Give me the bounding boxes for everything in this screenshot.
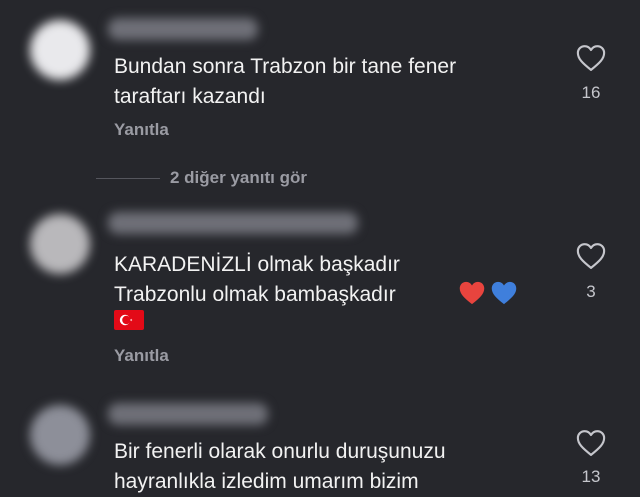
comment-item: Bir fenerli olarak onurlu duruşunuzu hay…	[0, 395, 640, 497]
flag-row	[114, 310, 144, 336]
view-more-replies-label: 2 diğer yanıtı gör	[170, 168, 307, 187]
avatar[interactable]	[30, 214, 90, 274]
like-count: 3	[586, 282, 596, 301]
heart-icon[interactable]	[576, 242, 606, 270]
heart-icon[interactable]	[576, 44, 606, 72]
turkey-flag-icon	[114, 310, 144, 330]
emoji-group	[458, 280, 518, 306]
red-heart-icon	[459, 281, 485, 305]
reply-button[interactable]: Yanıtla	[114, 346, 169, 366]
comment-item: Bundan sonra Trabzon bir tane fener tara…	[0, 0, 640, 160]
username-blurred[interactable]	[108, 403, 268, 425]
like-count: 13	[581, 467, 601, 486]
comment-text: Bir fenerli olarak onurlu duruşunuzu hay…	[114, 440, 446, 493]
divider-line	[96, 177, 160, 179]
username-blurred[interactable]	[108, 18, 258, 40]
avatar[interactable]	[30, 405, 90, 465]
avatar[interactable]	[30, 20, 90, 80]
comment-text: Bundan sonra Trabzon bir tane fener tara…	[114, 55, 457, 108]
heart-icon[interactable]	[576, 429, 606, 457]
view-more-replies-button[interactable]: 2 diğer yanıtı gör	[96, 166, 307, 190]
blue-heart-icon	[492, 281, 517, 305]
username-blurred[interactable]	[108, 212, 358, 234]
comment-item: KARADENİZLİ olmak başkadır Trabzonlu olm…	[0, 200, 640, 380]
reply-button[interactable]: Yanıtla	[114, 120, 169, 140]
like-count: 16	[581, 83, 601, 102]
